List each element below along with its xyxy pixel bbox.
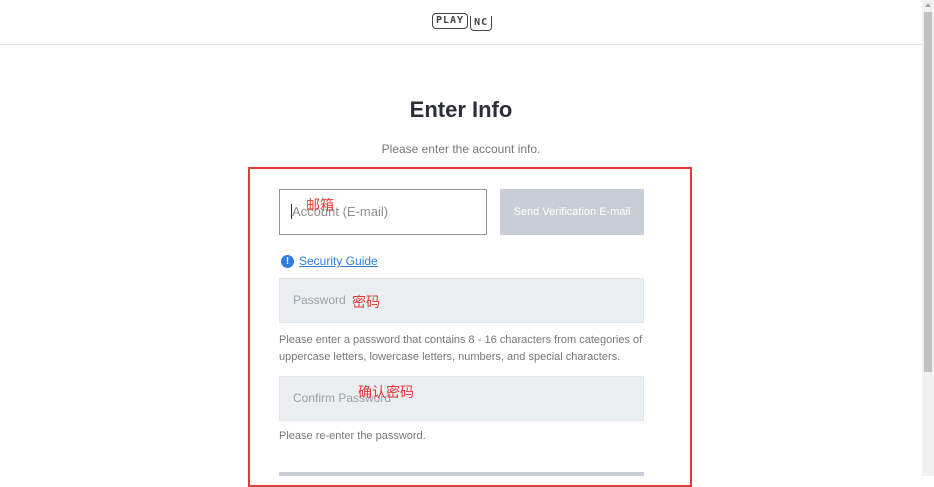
password-input[interactable]: Password	[279, 278, 644, 323]
page-subtitle: Please enter the account info.	[381, 142, 541, 156]
email-annotation: 邮箱	[306, 198, 334, 214]
password-help-text: Please enter a password that contains 8 …	[279, 334, 643, 363]
text-caret	[291, 204, 292, 219]
page-title: Enter Info	[409, 97, 513, 122]
logo-nc-text: NC	[470, 15, 493, 31]
logo-play-text: PLAY	[432, 13, 469, 29]
scrollbar-thumb[interactable]	[924, 12, 932, 372]
scroll-up-arrow-icon[interactable]	[925, 3, 931, 7]
plaync-logo[interactable]: PLAY NC	[432, 11, 493, 31]
top-header: PLAY NC	[0, 0, 922, 45]
confirm-password-help-text: Please re-enter the password.	[279, 430, 426, 442]
security-guide-label[interactable]: Security Guide	[299, 254, 378, 268]
password-annotation: 密码	[352, 295, 380, 311]
security-guide-link[interactable]: ! Security Guide	[281, 254, 378, 268]
next-button-partial[interactable]	[279, 472, 644, 476]
send-verification-button[interactable]: Send Verification E-mail	[500, 189, 644, 235]
confirm-password-input[interactable]: Confirm Password	[279, 376, 644, 421]
info-icon: !	[281, 254, 294, 268]
confirm-password-annotation: 确认密码	[358, 385, 414, 401]
